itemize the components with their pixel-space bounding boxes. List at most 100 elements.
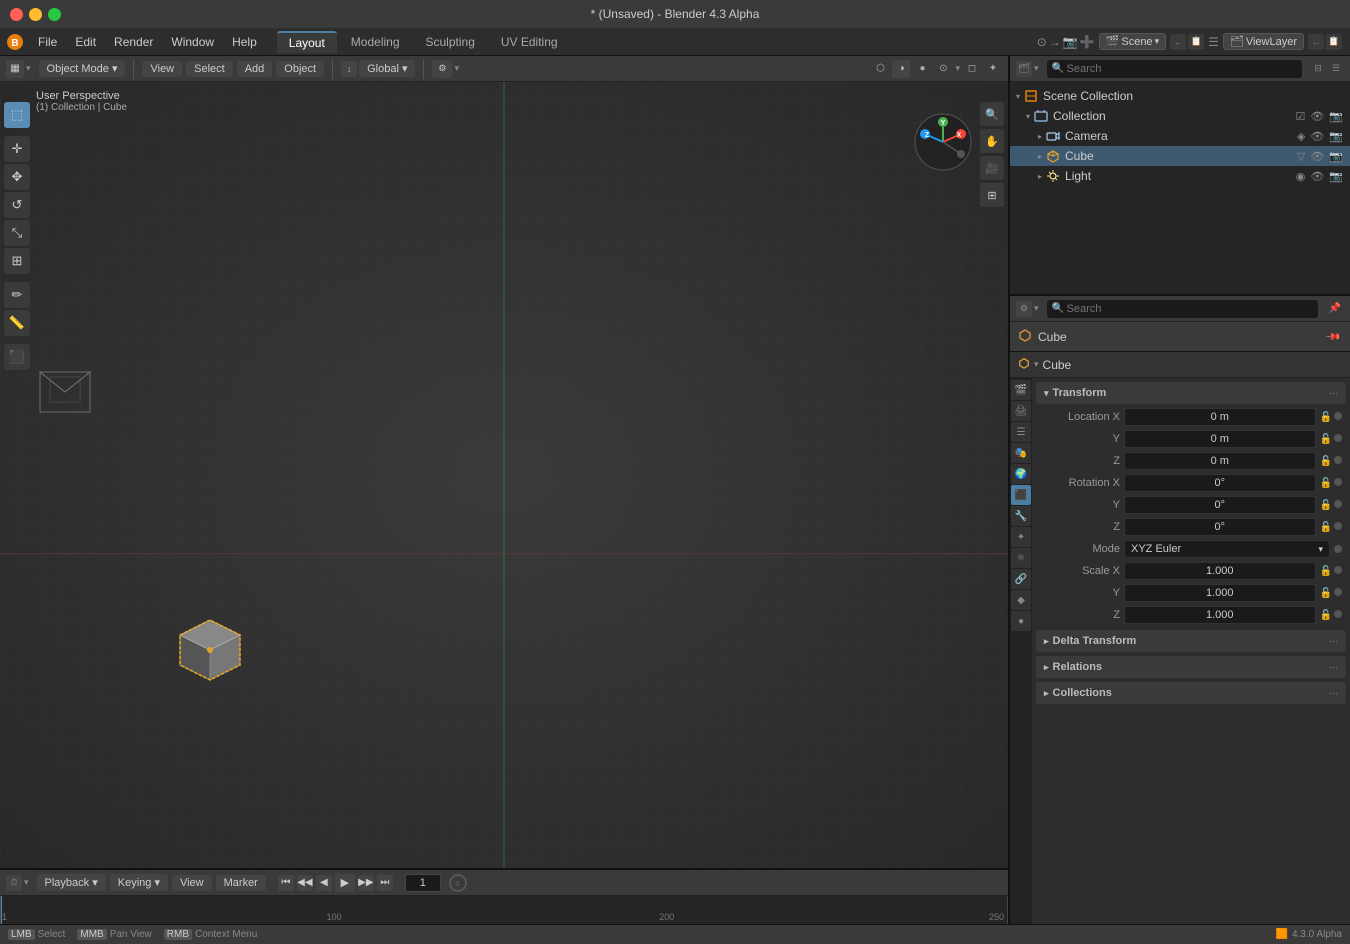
rotation-x-lock[interactable]: 🔓: [1320, 478, 1332, 489]
location-x-input[interactable]: 0 m: [1124, 408, 1316, 426]
rotation-x-keyframe[interactable]: [1334, 478, 1342, 486]
prop-world-btn[interactable]: 🌍: [1011, 464, 1031, 484]
zoom-in-btn[interactable]: 🔍: [980, 102, 1004, 126]
rotation-z-keyframe[interactable]: [1334, 522, 1342, 530]
scale-x-lock[interactable]: 🔓: [1320, 566, 1332, 577]
outliner-item-light[interactable]: ▸ Light ◉: [1010, 166, 1350, 186]
scene-selector[interactable]: 🎬 Scene ▾: [1099, 33, 1166, 50]
location-x-keyframe[interactable]: [1334, 412, 1342, 420]
relations-header[interactable]: Relations ⋯: [1036, 656, 1346, 678]
viewport-shading-solid[interactable]: ⬡: [871, 60, 889, 78]
view-menu-button[interactable]: View: [142, 61, 182, 77]
viewport-canvas[interactable]: User Perspective (1) Collection | Cube ⬚…: [0, 82, 1008, 868]
rotation-y-keyframe[interactable]: [1334, 500, 1342, 508]
transform-section-header[interactable]: Transform ⋯: [1036, 382, 1346, 404]
measure-tool-button[interactable]: 📏: [4, 310, 30, 336]
transform-icon[interactable]: ↕: [341, 61, 357, 77]
properties-pin-icon[interactable]: 📌: [1326, 300, 1344, 318]
properties-search-input[interactable]: [1047, 300, 1318, 318]
view-menu-timeline[interactable]: View: [172, 875, 212, 891]
camera-eye-btn[interactable]: 👁: [1309, 130, 1325, 143]
select-menu-button[interactable]: Select: [186, 61, 233, 77]
scale-tool-button[interactable]: ⤡: [4, 220, 30, 246]
prop-material-btn[interactable]: ●: [1011, 611, 1031, 631]
camera-view-btn[interactable]: 🎥: [980, 156, 1004, 180]
viewport-shading-rendered[interactable]: ●: [913, 60, 931, 78]
overlay-chevron-icon[interactable]: ▾: [955, 63, 960, 74]
quad-view-btn[interactable]: ⊞: [980, 183, 1004, 207]
location-z-lock[interactable]: 🔓: [1320, 456, 1332, 467]
prop-object-btn[interactable]: ⬛: [1011, 485, 1031, 505]
delta-options-icon[interactable]: ⋯: [1329, 636, 1338, 647]
scale-y-input[interactable]: 1.000: [1124, 584, 1316, 602]
cube-data-btn[interactable]: ▽: [1296, 150, 1306, 163]
viewlayer-selector[interactable]: 🗂 ViewLayer: [1223, 33, 1304, 50]
outliner-options-icon[interactable]: ☰: [1328, 61, 1344, 77]
collection-checkbox[interactable]: ☑: [1294, 110, 1306, 123]
mode-keyframe[interactable]: [1334, 545, 1342, 553]
menu-render[interactable]: Render: [106, 33, 161, 51]
editor-type-btn[interactable]: ▦: [6, 60, 24, 78]
add-menu-button[interactable]: Add: [237, 61, 273, 77]
snap-btn-right[interactable]: ✦: [984, 60, 1002, 78]
scale-y-lock[interactable]: 🔓: [1320, 588, 1332, 599]
pin-icon[interactable]: 📌: [1320, 324, 1345, 349]
chevron-down-icon[interactable]: ▾: [26, 63, 31, 74]
scale-z-lock[interactable]: 🔓: [1320, 610, 1332, 621]
collections-options-icon[interactable]: ⋯: [1329, 688, 1338, 699]
tab-sculpting[interactable]: Sculpting: [414, 32, 487, 52]
snap-magnet-button[interactable]: ⚙: [432, 60, 452, 78]
camera-data-btn[interactable]: ◈: [1296, 130, 1306, 143]
outliner-search-input[interactable]: [1047, 60, 1302, 78]
scale-z-keyframe[interactable]: [1334, 610, 1342, 618]
object-mode-button[interactable]: Object Mode: [39, 60, 126, 77]
move-tool-button[interactable]: ✥: [4, 164, 30, 190]
properties-chevron-icon[interactable]: ▾: [1034, 303, 1039, 314]
tab-modeling[interactable]: Modeling: [339, 32, 412, 52]
menu-edit[interactable]: Edit: [67, 33, 104, 51]
prop-render-btn[interactable]: 🎬: [1011, 380, 1031, 400]
viewport-overlays-btn[interactable]: ⊙: [934, 60, 952, 78]
cube-3d-object[interactable]: [160, 595, 260, 698]
xray-btn[interactable]: ◻: [963, 60, 981, 78]
light-render-btn[interactable]: 📷: [1328, 170, 1344, 183]
light-eye-btn[interactable]: 👁: [1309, 170, 1325, 183]
transform-orientation-button[interactable]: Global: [359, 60, 415, 77]
camera-render-btn[interactable]: 📷: [1328, 130, 1344, 143]
tab-layout[interactable]: Layout: [277, 31, 337, 53]
rotate-tool-button[interactable]: ↺: [4, 192, 30, 218]
keying-menu[interactable]: Keying: [110, 874, 168, 891]
prop-output-btn[interactable]: 🖨: [1011, 401, 1031, 421]
cursor-tool-button[interactable]: ✛: [4, 136, 30, 162]
outliner-editor-icon[interactable]: 🗂: [1016, 61, 1032, 77]
prop-data-btn[interactable]: ◆: [1011, 590, 1031, 610]
marker-menu[interactable]: Marker: [216, 875, 266, 891]
outliner-item-collection[interactable]: ▾ Collection ☑ 👁 📷: [1010, 106, 1350, 126]
play-back-btn[interactable]: ◀: [316, 875, 332, 891]
object-menu-button[interactable]: Object: [276, 61, 324, 77]
blender-logo[interactable]: B: [0, 28, 30, 56]
play-btn[interactable]: ▶: [335, 874, 355, 892]
outliner-filter-icon[interactable]: ⊟: [1310, 61, 1326, 77]
prop-physics-btn[interactable]: ⚛: [1011, 548, 1031, 568]
rotation-z-input[interactable]: 0°: [1124, 518, 1316, 536]
prop-particles-btn[interactable]: ✦: [1011, 527, 1031, 547]
playback-menu[interactable]: Playback: [37, 874, 106, 891]
transform-options-icon[interactable]: ⋯: [1329, 388, 1338, 399]
minimize-button[interactable]: [29, 8, 42, 21]
scale-x-keyframe[interactable]: [1334, 566, 1342, 574]
hand-tool-btn[interactable]: ✋: [980, 129, 1004, 153]
properties-editor-icon[interactable]: ⚙: [1016, 301, 1032, 317]
relations-options-icon[interactable]: ⋯: [1329, 662, 1338, 673]
timeline-ruler[interactable]: 1 100 200 250: [0, 896, 1008, 924]
prop-viewlayer-btn[interactable]: ☰: [1011, 422, 1031, 442]
maximize-button[interactable]: [48, 8, 61, 21]
rotation-y-input[interactable]: 0°: [1124, 496, 1316, 514]
menu-help[interactable]: Help: [224, 33, 265, 51]
rotation-mode-dropdown[interactable]: XYZ Euler ▾: [1124, 540, 1330, 558]
rotation-z-lock[interactable]: 🔓: [1320, 522, 1332, 533]
scene-action-2[interactable]: 📋: [1188, 34, 1204, 50]
collections-header[interactable]: Collections ⋯: [1036, 682, 1346, 704]
cube-render-btn[interactable]: 📷: [1328, 150, 1344, 163]
prop-constraints-btn[interactable]: 🔗: [1011, 569, 1031, 589]
